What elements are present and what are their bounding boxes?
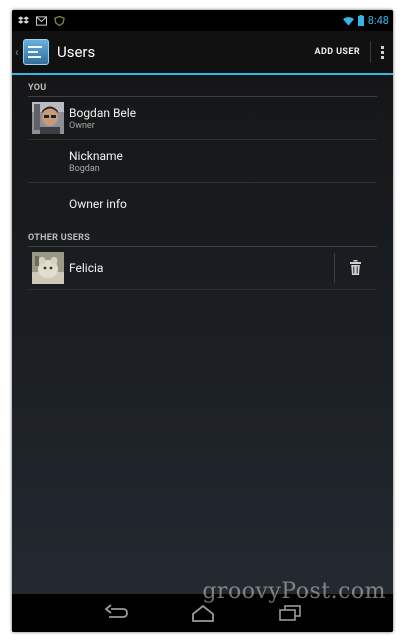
row-divider — [334, 253, 335, 283]
users-list: YOU Bogdan Bele Owner Nickname Bogdan Ow… — [12, 75, 393, 290]
shield-icon — [54, 15, 65, 26]
overflow-menu-icon[interactable] — [371, 31, 393, 73]
nickname-value: Bogdan — [69, 163, 100, 174]
groovypost-watermark: groovyPost.com — [202, 579, 386, 604]
felicia-avatar — [32, 252, 64, 284]
nickname-row[interactable]: Nickname Bogdan — [28, 140, 377, 183]
gmail-icon — [36, 15, 47, 26]
action-bar: ‹ Users ADD USER — [12, 31, 393, 73]
home-icon[interactable] — [190, 603, 216, 623]
up-chevron-icon[interactable]: ‹ — [15, 45, 21, 59]
section-header-you: YOU — [28, 75, 377, 97]
trash-icon[interactable] — [350, 260, 361, 275]
owner-row[interactable]: Bogdan Bele Owner — [28, 97, 377, 140]
tablet-device: 8:48 ‹ Users ADD USER YOU Bogdan Bele Ow… — [12, 10, 393, 632]
owner-info-label: Owner info — [69, 197, 127, 211]
nickname-label: Nickname — [69, 148, 123, 163]
recents-icon[interactable] — [277, 603, 303, 623]
battery-icon — [357, 15, 364, 26]
owner-name: Bogdan Bele — [69, 105, 137, 120]
settings-app-icon[interactable] — [23, 39, 49, 65]
section-header-other-users: OTHER USERS — [28, 225, 377, 247]
dropbox-icon — [18, 15, 29, 24]
user-name: Felicia — [69, 261, 104, 275]
status-time: 8:48 — [367, 14, 389, 27]
add-user-button[interactable]: ADD USER — [305, 31, 370, 73]
status-bar: 8:48 — [12, 10, 393, 31]
back-icon[interactable] — [103, 603, 129, 623]
owner-role: Owner — [69, 120, 95, 131]
users-screen: 8:48 ‹ Users ADD USER YOU Bogdan Bele Ow… — [12, 10, 393, 632]
user-row-felicia[interactable]: Felicia — [28, 247, 377, 290]
page-title: Users — [57, 43, 96, 61]
owner-info-row[interactable]: Owner info — [28, 183, 377, 225]
owner-avatar — [32, 102, 64, 134]
wifi-icon — [342, 16, 354, 26]
